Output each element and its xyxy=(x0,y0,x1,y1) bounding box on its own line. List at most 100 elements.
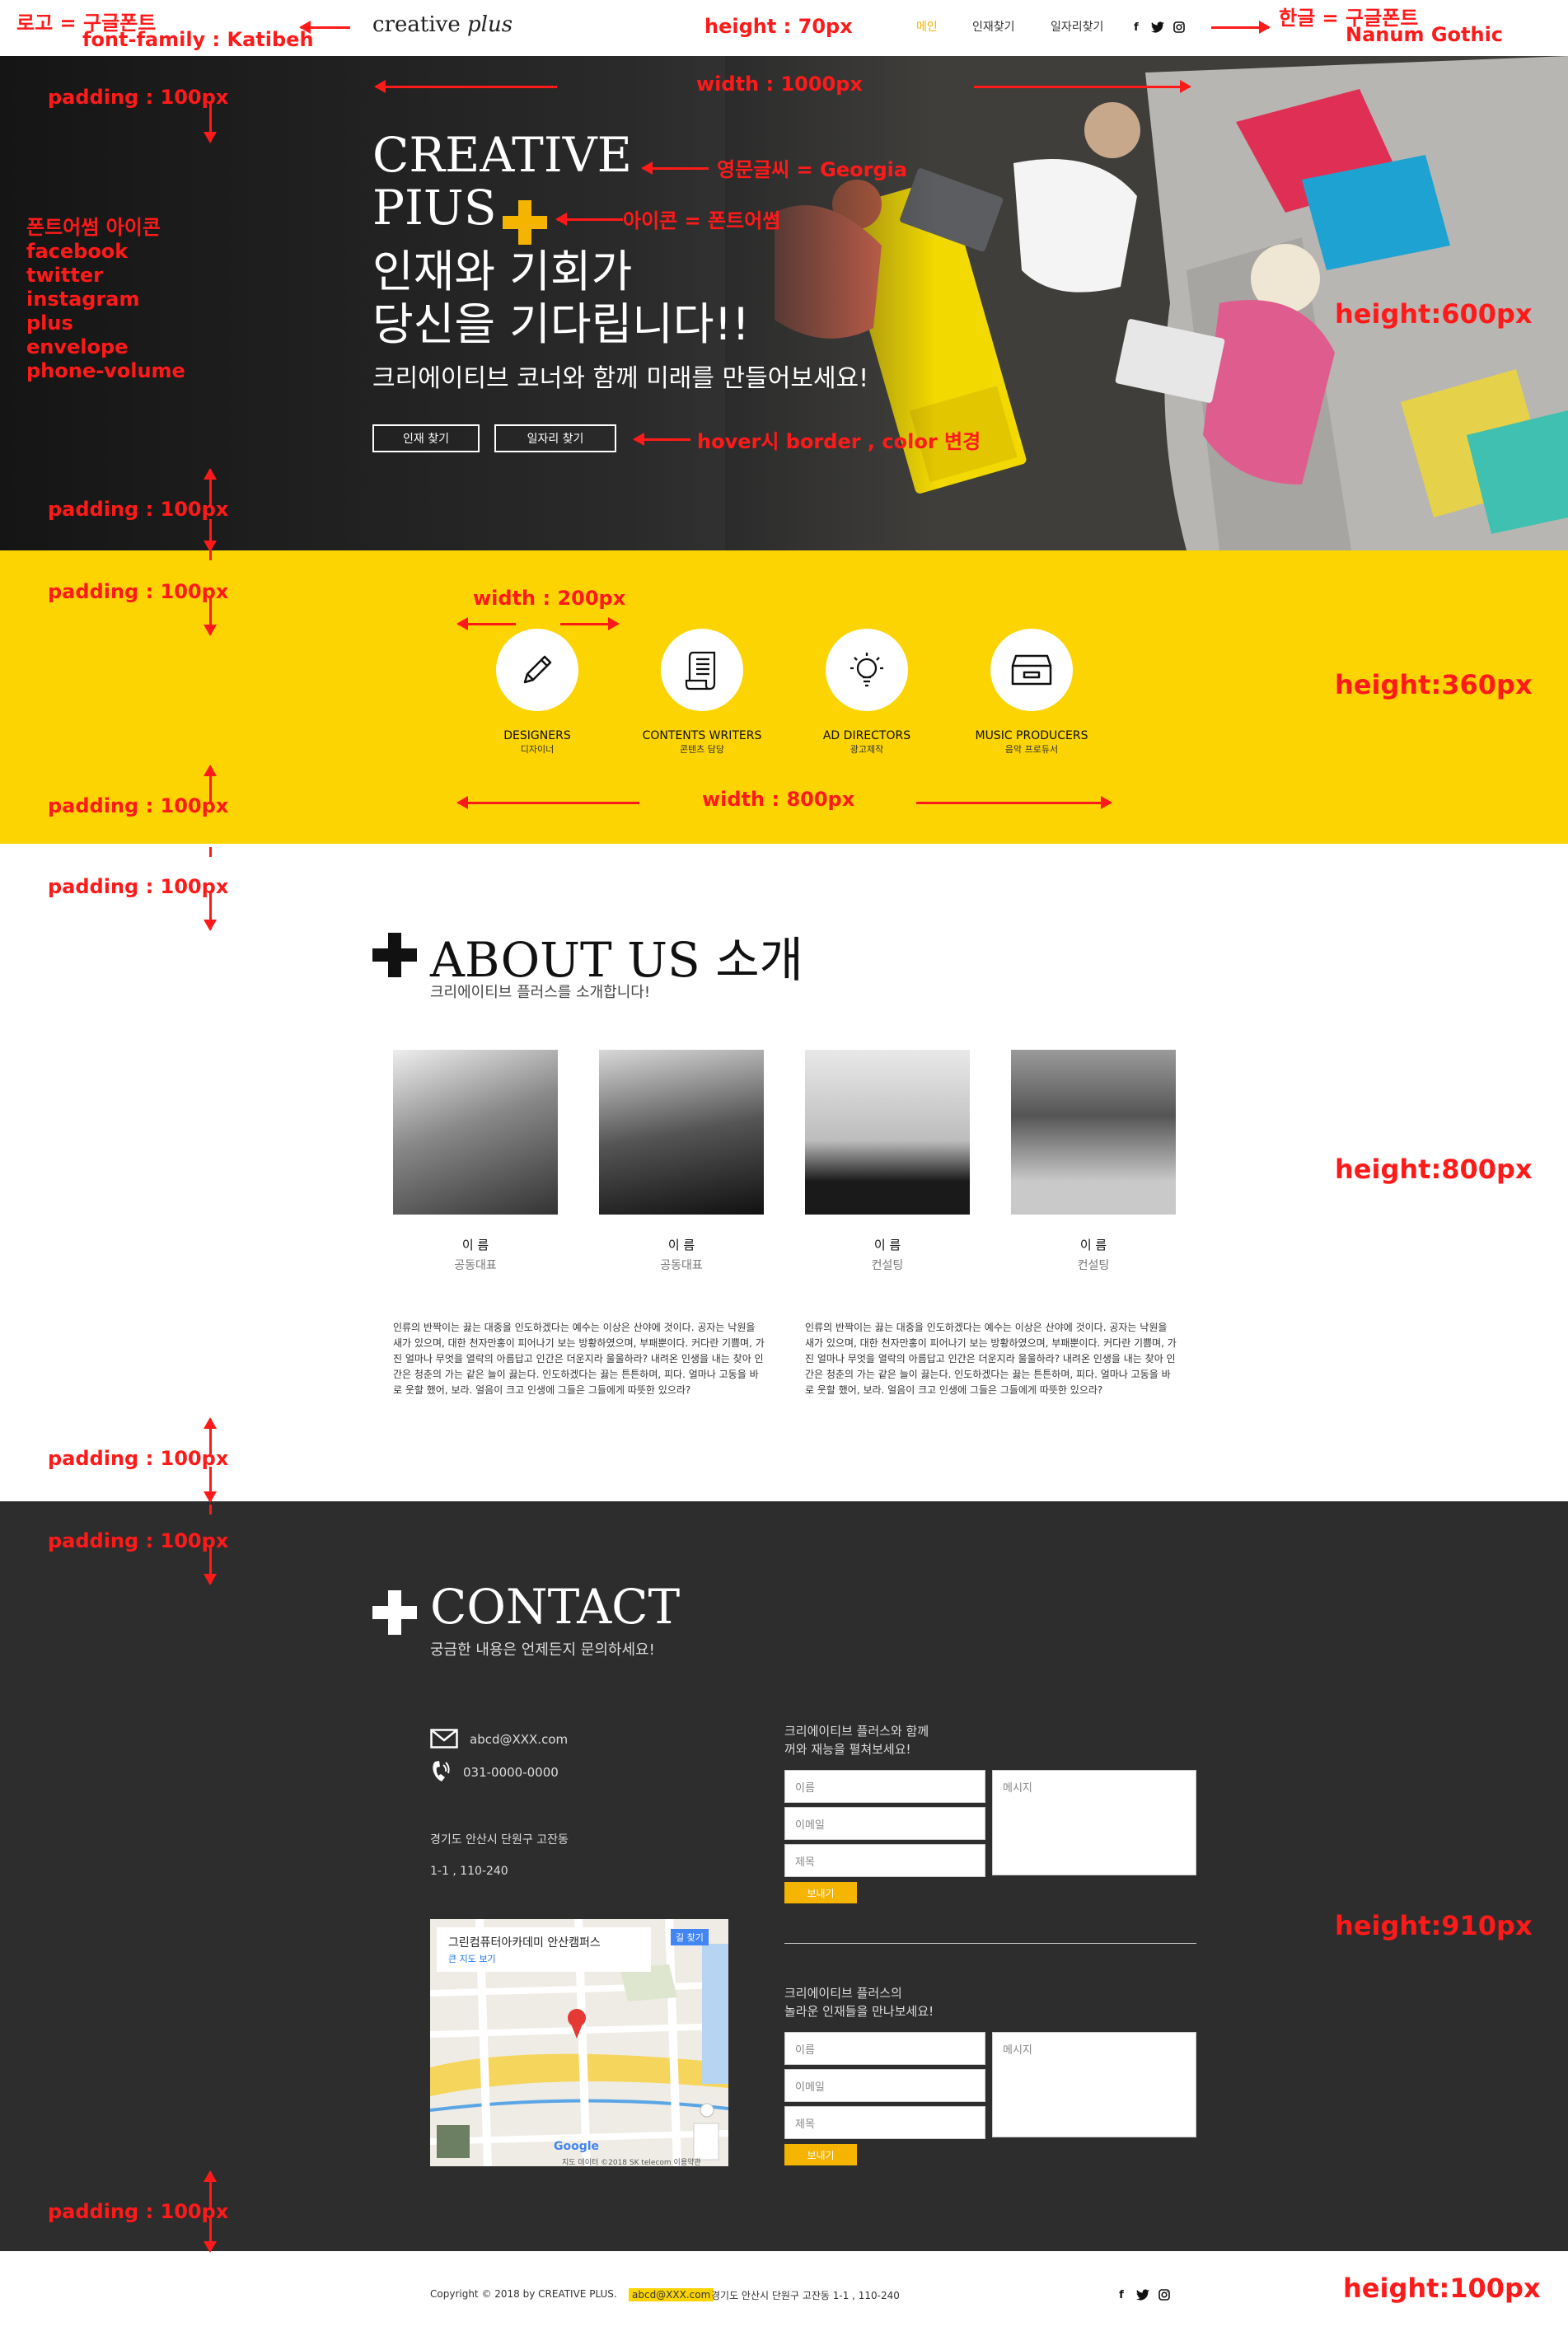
arrow xyxy=(456,617,516,630)
facebook-icon[interactable]: f xyxy=(1129,20,1144,35)
annotation-about-height: height:800px xyxy=(1335,1154,1533,1185)
pencil-icon xyxy=(496,629,578,711)
member-photo xyxy=(599,1050,764,1215)
plus-icon xyxy=(503,200,547,245)
member-role: 공동대표 xyxy=(454,1259,497,1272)
map-route-button[interactable]: 길 찾기 xyxy=(671,1929,709,1945)
contact-phone: 031-0000-0000 xyxy=(463,1765,559,1780)
service-en: AD DIRECTORS xyxy=(822,729,911,742)
annotation-padding: padding : 100px xyxy=(48,580,229,603)
annotation-padding: padding : 100px xyxy=(48,794,229,817)
instagram-icon[interactable] xyxy=(1172,20,1187,35)
scroll-icon xyxy=(661,629,743,711)
arrow xyxy=(204,597,217,636)
find-talent-button[interactable]: 인재 찾기 xyxy=(372,424,480,452)
form2-email-input[interactable]: 이메일 xyxy=(784,2069,985,2102)
annotation-logo-font-family: font-family : Katibeh xyxy=(82,28,314,51)
arrow xyxy=(374,80,557,93)
arrow xyxy=(1211,21,1271,34)
map-google-logo: Google xyxy=(554,2140,600,2153)
service-en: CONTENTS WRITERS xyxy=(642,729,762,742)
annotation-services-width: width : 800px xyxy=(702,788,855,811)
arrow xyxy=(560,617,620,630)
map-embed[interactable]: 그린컴퓨터아카데미 안산캠퍼스 큰 지도 보기 길 찾기 Google 지도 데… xyxy=(430,1919,728,2166)
member-name: 이 름 xyxy=(667,1238,695,1252)
member-photo xyxy=(1011,1050,1176,1215)
nav-find-talent[interactable]: 인재찾기 xyxy=(972,18,1015,35)
form2-name-input[interactable]: 이름 xyxy=(784,2032,985,2065)
member-role: 컨설팅 xyxy=(871,1259,904,1272)
member-card[interactable]: 이 름 공동대표 xyxy=(599,1050,764,1273)
hero-kr-line2: 당신을 기다립니다!! xyxy=(372,298,750,350)
footer-copyright: Copyright © 2018 by CREATIVE PLUS. xyxy=(430,2288,617,2300)
member-card[interactable]: 이 름 컨설팅 xyxy=(1011,1050,1176,1273)
plus-icon xyxy=(372,933,417,977)
facebook-icon[interactable]: f xyxy=(1114,2287,1129,2302)
instagram-icon[interactable] xyxy=(1157,2287,1172,2302)
member-name: 이 름 xyxy=(1079,1238,1107,1252)
contact-title: CONTACT xyxy=(430,1579,681,1635)
service-ad-directors[interactable]: AD DIRECTORS 광고제작 xyxy=(784,629,949,756)
form2-title: 크리에이티브 플러스의 놀라운 인재들을 만나보세요! xyxy=(784,1986,934,2019)
find-jobs-button[interactable]: 일자리 찾기 xyxy=(494,424,616,452)
nav-find-jobs[interactable]: 일자리찾기 xyxy=(1051,18,1103,35)
contact-address-line1: 경기도 안산시 단원구 고잔동 xyxy=(430,1833,569,1847)
hero-kr-line1: 인재와 기회가 xyxy=(372,246,633,297)
footer: Copyright © 2018 by CREATIVE PLUS. abcd@… xyxy=(0,2251,1568,2336)
arrow xyxy=(204,104,217,143)
annotation-service-width: width : 200px xyxy=(473,587,626,610)
form1-title: 크리에이티브 플러스와 함께 꺼와 재능을 펼쳐보세요! xyxy=(784,1724,929,1757)
annotation-fa-list: 폰트어썸 아이콘 facebook twitter instagram plus… xyxy=(26,216,185,382)
form2-message-textarea[interactable]: 메시지 xyxy=(992,2032,1196,2137)
annotation-eng-font: 영문글씨 = Georgia xyxy=(717,158,908,181)
logo[interactable]: creative plus xyxy=(372,12,513,37)
arrow xyxy=(633,433,690,446)
annotation-padding: padding : 100px xyxy=(48,1447,229,1470)
form1-subject-input[interactable]: 제목 xyxy=(784,1844,985,1877)
form1-message-textarea[interactable]: 메시지 xyxy=(992,1770,1196,1875)
arrow xyxy=(204,1467,217,1503)
annotation-padding: padding : 100px xyxy=(48,875,229,898)
member-photo xyxy=(805,1050,970,1215)
footer-address: 경기도 안산시 단원구 고잔동 1-1 , 110-240 xyxy=(711,2290,900,2301)
contact-subtitle: 궁금한 내용은 언제든지 문의하세요! xyxy=(430,1641,655,1659)
about-paragraph-right: 인류의 반짝이는 끓는 대중을 인도하겠다는 예수는 이상은 산야에 것이다. … xyxy=(805,1322,1177,1396)
form1-send-button[interactable]: 보내기 xyxy=(784,1882,857,1903)
hero-title-line2: PIUS xyxy=(372,180,497,236)
form1-name-input[interactable]: 이름 xyxy=(784,1770,985,1803)
archive-box-icon xyxy=(990,629,1073,711)
map-place-name: 그린컴퓨터아카데미 안산캠퍼스 xyxy=(448,1936,601,1950)
annotation-padding: padding : 100px xyxy=(48,1529,229,1552)
contact-section: CONTACT 궁금한 내용은 언제든지 문의하세요! abcd@XXX.com… xyxy=(0,1501,1568,2251)
member-role: 공동대표 xyxy=(660,1259,703,1272)
service-en: MUSIC PRODUCERS xyxy=(975,729,1088,742)
contact-email[interactable]: abcd@XXX.com xyxy=(470,1732,568,1747)
service-designers[interactable]: DESIGNERS 디자이너 xyxy=(455,629,620,756)
annotation-korean-font-name: Nanum Gothic xyxy=(1346,23,1504,46)
hero-subtitle: 크리에이티브 코너와 함께 미래를 만들어보세요! xyxy=(372,364,869,393)
service-music[interactable]: MUSIC PRODUCERS 음악 프로듀서 xyxy=(949,629,1114,756)
twitter-icon[interactable] xyxy=(1150,20,1165,35)
annotation-header-height: height : 70px xyxy=(704,15,853,38)
arrow xyxy=(555,213,623,226)
hero-title-line1: CREATIVE xyxy=(372,127,632,183)
twitter-icon[interactable] xyxy=(1135,2287,1150,2302)
arrow xyxy=(204,1547,217,1585)
nav-main[interactable]: 메인 xyxy=(916,18,938,35)
form2-send-button[interactable]: 보내기 xyxy=(784,2144,857,2165)
member-card[interactable]: 이 름 공동대표 xyxy=(393,1050,558,1273)
arrow xyxy=(204,519,217,552)
member-card[interactable]: 이 름 컨설팅 xyxy=(805,1050,970,1273)
form1-email-input[interactable]: 이메일 xyxy=(784,1807,985,1840)
arrow xyxy=(209,847,212,857)
map-enlarge-link[interactable]: 큰 지도 보기 xyxy=(448,1952,496,1965)
arrow xyxy=(974,80,1191,93)
service-writers[interactable]: CONTENTS WRITERS 콘텐츠 담당 xyxy=(620,629,784,756)
annotation-services-height: height:360px xyxy=(1335,669,1533,700)
form2-subject-input[interactable]: 제목 xyxy=(784,2106,985,2139)
annotation-hero-width: width : 1000px xyxy=(696,73,863,96)
footer-email[interactable]: abcd@XXX.com xyxy=(629,2288,714,2301)
member-photo xyxy=(393,1050,558,1215)
about-paragraph-left: 인류의 반짝이는 끓는 대중을 인도하겠다는 예수는 이상은 산야에 것이다. … xyxy=(393,1322,765,1396)
annotation-icon-font: 아이콘 = 폰트어썸 xyxy=(623,209,781,232)
